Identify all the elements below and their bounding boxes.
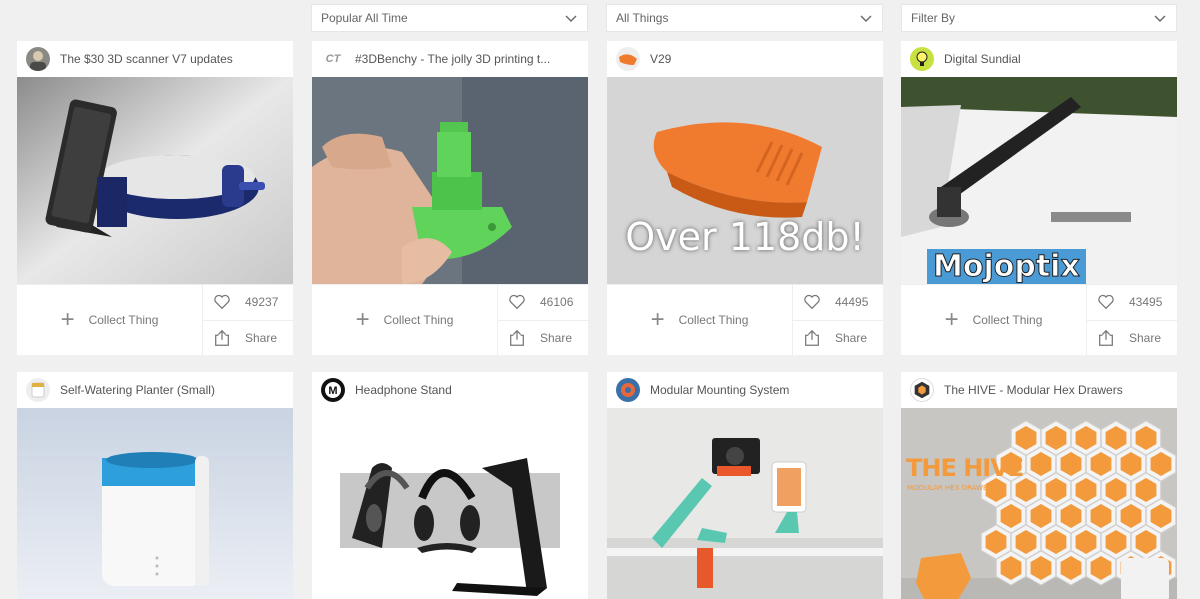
heart-icon xyxy=(1098,295,1114,310)
share-icon xyxy=(1099,329,1113,346)
collect-label: Collect Thing xyxy=(383,313,454,327)
thumbnail[interactable]: THE HIVE MODULAR HEX DRAWERS xyxy=(901,408,1177,599)
thumbnail-overlay-text: Over 118db! xyxy=(625,215,865,259)
filter-dropdown-value: Filter By xyxy=(911,11,956,25)
thumbnail[interactable]: Over 118db! xyxy=(607,77,883,284)
thing-card[interactable]: Self-Watering Planter (Small) xyxy=(17,372,293,599)
collect-button[interactable]: + Collect Thing xyxy=(607,285,793,355)
like-count: 49237 xyxy=(245,295,279,310)
share-button[interactable]: Share xyxy=(498,321,588,356)
sort-dropdown[interactable]: Popular All Time xyxy=(311,4,588,32)
share-icon xyxy=(805,329,819,346)
card-actions: + Collect Thing 44495 Share xyxy=(607,284,883,355)
thing-card[interactable]: V29 Over 118db! + Collect Thing 44495 Sh… xyxy=(607,41,883,355)
thing-card[interactable]: The $30 3D scanner V7 updates + Collect … xyxy=(17,41,293,355)
avatar-text: CT xyxy=(325,53,341,65)
card-title[interactable]: Headphone Stand xyxy=(355,383,452,397)
avatar[interactable] xyxy=(26,378,50,402)
thumbnail-overlay-text: Mojoptix xyxy=(927,249,1086,284)
like-count: 46106 xyxy=(540,295,574,310)
card-header: The HIVE - Modular Hex Drawers xyxy=(901,372,1177,408)
avatar[interactable] xyxy=(910,47,934,71)
share-icon xyxy=(510,329,524,346)
collect-label: Collect Thing xyxy=(88,313,159,327)
share-label: Share xyxy=(1129,330,1162,345)
card-header: CT #3DBenchy - The jolly 3D printing t..… xyxy=(312,41,588,77)
card-header: M Headphone Stand xyxy=(312,372,588,408)
thing-card[interactable]: Modular Mounting System xyxy=(607,372,883,599)
filter-dropdown[interactable]: Filter By xyxy=(901,4,1177,32)
avatar[interactable]: M xyxy=(321,378,345,402)
thing-card[interactable]: Digital Sundial Mojoptix + Collect Thing… xyxy=(901,41,1177,355)
card-header: Digital Sundial xyxy=(901,41,1177,77)
card-actions: + Collect Thing 43495 Share xyxy=(901,284,1177,355)
thumbnail-overlay-text: THE HIVE xyxy=(906,454,1024,482)
card-title[interactable]: Self-Watering Planter (Small) xyxy=(60,383,215,397)
thumbnail[interactable] xyxy=(312,408,588,599)
type-dropdown-value: All Things xyxy=(616,11,669,25)
like-button[interactable]: 49237 xyxy=(203,285,293,321)
share-label: Share xyxy=(835,330,868,345)
card-title[interactable]: V29 xyxy=(650,52,671,66)
avatar[interactable] xyxy=(26,47,50,71)
like-button[interactable]: 44495 xyxy=(793,285,883,321)
collect-button[interactable]: + Collect Thing xyxy=(17,285,203,355)
type-dropdown[interactable]: All Things xyxy=(606,4,883,32)
card-title[interactable]: #3DBenchy - The jolly 3D printing t... xyxy=(355,52,550,66)
share-button[interactable]: Share xyxy=(203,321,293,356)
chevron-down-icon xyxy=(1154,15,1166,22)
chevron-down-icon xyxy=(860,15,872,22)
card-actions: + Collect Thing 46106 Share xyxy=(312,284,588,355)
avatar[interactable] xyxy=(616,378,640,402)
share-icon xyxy=(215,329,229,346)
collect-label: Collect Thing xyxy=(972,313,1043,327)
collect-label: Collect Thing xyxy=(678,313,749,327)
share-label: Share xyxy=(540,330,573,345)
sort-dropdown-value: Popular All Time xyxy=(321,11,408,25)
card-title[interactable]: The HIVE - Modular Hex Drawers xyxy=(944,383,1123,397)
thumbnail-overlay-subtext: MODULAR HEX DRAWERS xyxy=(907,484,997,492)
plus-icon: + xyxy=(650,306,665,333)
thumbnail[interactable]: Mojoptix xyxy=(901,77,1177,284)
card-title[interactable]: Modular Mounting System xyxy=(650,383,789,397)
plus-icon: + xyxy=(60,306,75,333)
like-button[interactable]: 43495 xyxy=(1087,285,1177,321)
svg-text:M: M xyxy=(328,385,337,397)
collect-button[interactable]: + Collect Thing xyxy=(312,285,498,355)
card-header: Modular Mounting System xyxy=(607,372,883,408)
card-header: Self-Watering Planter (Small) xyxy=(17,372,293,408)
thing-card[interactable]: CT #3DBenchy - The jolly 3D printing t..… xyxy=(312,41,588,355)
avatar[interactable] xyxy=(616,47,640,71)
card-header: V29 xyxy=(607,41,883,77)
like-count: 43495 xyxy=(1129,295,1163,310)
avatar[interactable]: CT xyxy=(321,47,345,71)
card-actions: + Collect Thing 49237 Share xyxy=(17,284,293,355)
share-label: Share xyxy=(245,330,278,345)
like-count: 44495 xyxy=(835,295,869,310)
card-title[interactable]: Digital Sundial xyxy=(944,52,1021,66)
thing-card[interactable]: M Headphone Stand xyxy=(312,372,588,599)
thumbnail[interactable] xyxy=(607,408,883,599)
heart-icon xyxy=(214,295,230,310)
thumbnail[interactable] xyxy=(17,408,293,599)
chevron-down-icon xyxy=(565,15,577,22)
like-button[interactable]: 46106 xyxy=(498,285,588,321)
collect-button[interactable]: + Collect Thing xyxy=(901,285,1087,355)
avatar[interactable] xyxy=(910,378,934,402)
thumbnail[interactable] xyxy=(17,77,293,284)
thing-card[interactable]: The HIVE - Modular Hex Drawers THE HIVE … xyxy=(901,372,1177,599)
plus-icon: + xyxy=(355,306,370,333)
share-button[interactable]: Share xyxy=(793,321,883,356)
plus-icon: + xyxy=(944,306,959,333)
card-header: The $30 3D scanner V7 updates xyxy=(17,41,293,77)
heart-icon xyxy=(804,295,820,310)
share-button[interactable]: Share xyxy=(1087,321,1177,356)
card-title[interactable]: The $30 3D scanner V7 updates xyxy=(60,52,233,66)
heart-icon xyxy=(509,295,525,310)
thumbnail[interactable] xyxy=(312,77,588,284)
